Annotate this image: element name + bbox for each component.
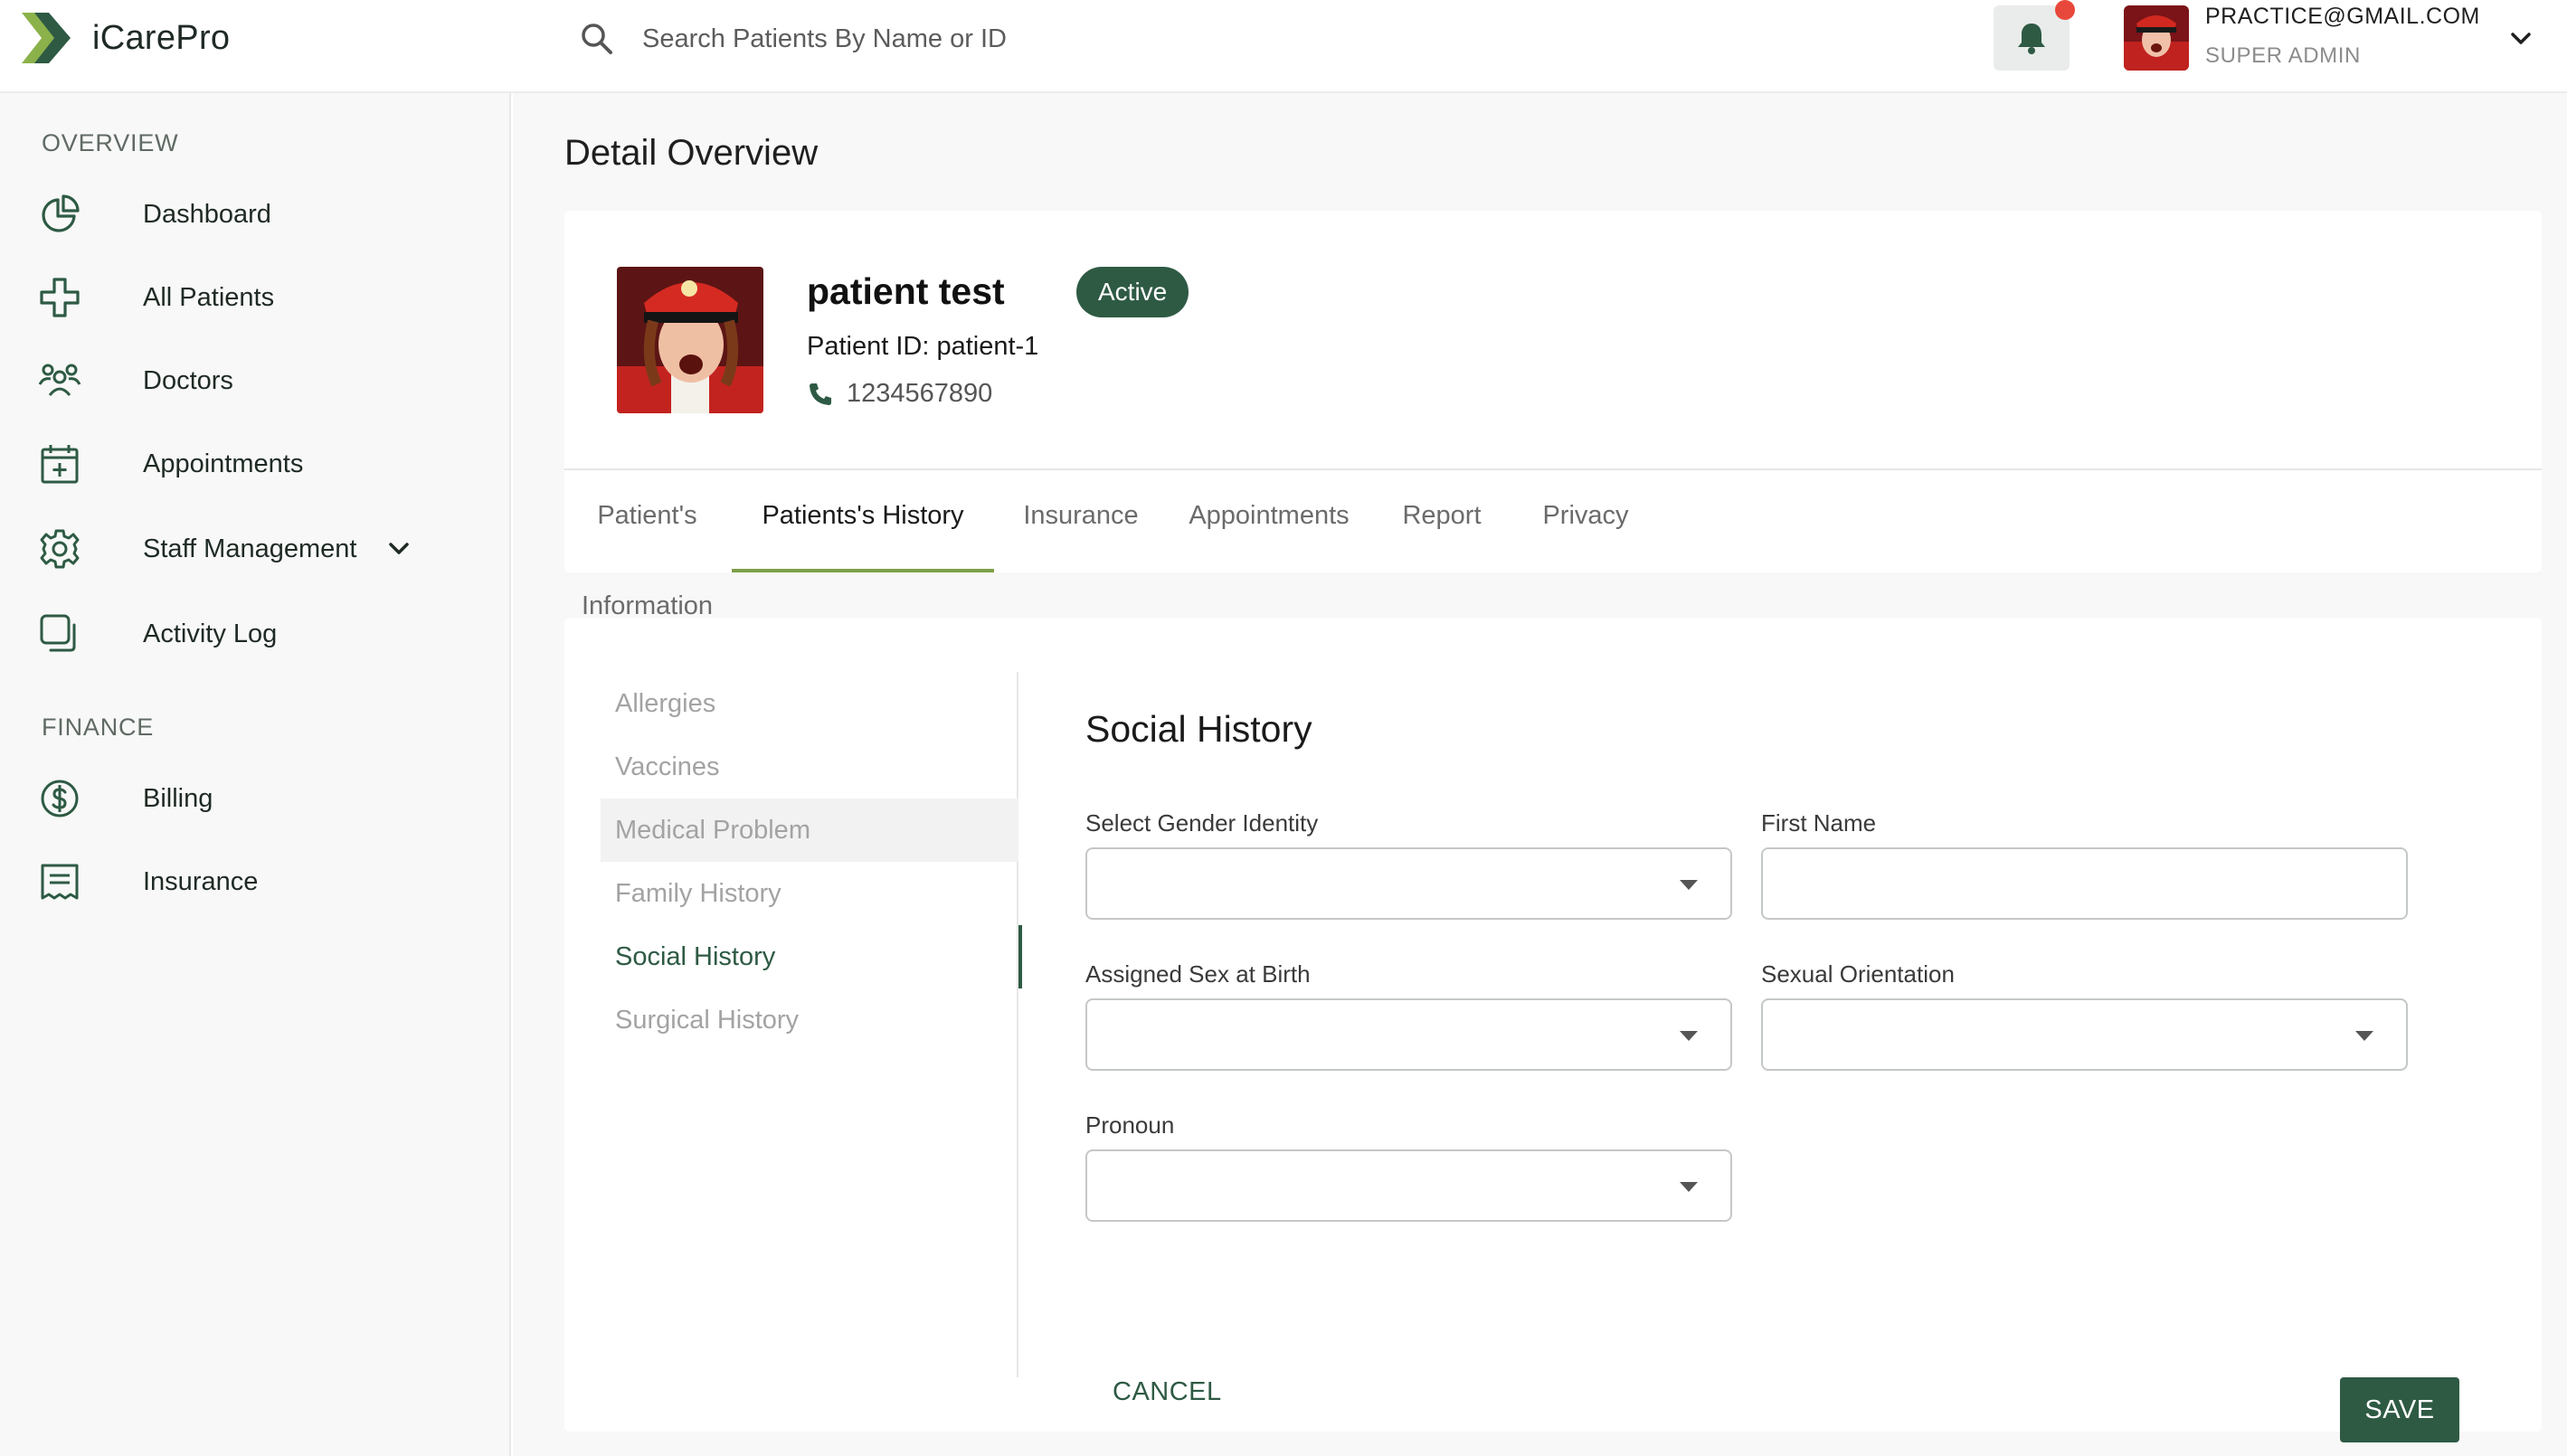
logo-chevron-icon [22, 13, 71, 63]
receipt-icon [41, 864, 79, 900]
patient-photo-image [617, 267, 763, 413]
history-nav-surgical-history[interactable]: Surgical History [601, 988, 1018, 1052]
chevron-down-icon[interactable] [2505, 24, 2536, 54]
chevron-down-icon[interactable] [384, 534, 414, 564]
history-nav-social-history[interactable]: Social History [601, 925, 1022, 988]
users-group-icon [38, 364, 81, 396]
history-nav-family-history[interactable]: Family History [601, 862, 1018, 925]
dropdown-caret-icon [2355, 1031, 2373, 1041]
dropdown-caret-icon [1680, 1182, 1698, 1192]
bell-icon [2018, 24, 2045, 54]
tab-appointments[interactable]: Appointments [1168, 470, 1370, 572]
gender-identity-select[interactable] [1085, 847, 1732, 920]
section-label-overview: OVERVIEW [42, 129, 179, 156]
form-title: Social History [1085, 708, 1312, 750]
patient-card: patient test Active Patient ID: patient-… [564, 211, 2542, 620]
user-email: PRACTICE@GMAIL.COM [2205, 4, 2480, 29]
pronoun-select[interactable] [1085, 1149, 1732, 1222]
dropdown-caret-icon [1680, 1031, 1698, 1041]
sidebar-item-doctors[interactable]: Doctors [0, 345, 509, 417]
pronoun-label: Pronoun [1085, 1111, 1175, 1139]
sidebar-item-billing[interactable]: Billing [0, 762, 509, 835]
user-avatar[interactable] [2124, 5, 2189, 71]
patient-phone: 1234567890 [807, 379, 992, 409]
first-name-label: First Name [1761, 809, 1877, 837]
section-label-finance: FINANCE [42, 714, 155, 741]
patient-search [579, 18, 1393, 60]
medical-cross-icon [40, 278, 80, 317]
history-card: Allergies Vaccines Medical Problem Famil… [564, 618, 2542, 1442]
sex-at-birth-label: Assigned Sex at Birth [1085, 960, 1311, 988]
user-role: SUPER ADMIN [2205, 43, 2361, 68]
patient-phone-number: 1234567890 [847, 379, 993, 408]
cancel-button[interactable]: CANCEL [1085, 1365, 1249, 1419]
first-name-field[interactable] [1761, 847, 2408, 920]
sexual-orientation-select[interactable] [1761, 998, 2408, 1071]
save-button[interactable]: SAVE [2340, 1377, 2459, 1442]
main-content: Detail Overview patient test Active Pati… [513, 93, 2567, 1456]
pie-chart-icon [42, 194, 80, 232]
sexual-orientation-label: Sexual Orientation [1761, 960, 1955, 988]
calendar-plus-icon [41, 445, 79, 484]
tab-patients-information[interactable]: Patient's Information [564, 470, 730, 620]
app-logo[interactable]: iCarePro [18, 7, 230, 69]
sidebar-item-label: Doctors [143, 365, 233, 395]
top-header: iCarePro PRACTICE@GMAIL.COM SUPER ADMIN [0, 0, 2567, 93]
gear-icon [40, 529, 80, 569]
tab-insurance[interactable]: Insurance [994, 470, 1168, 572]
copy-icon [40, 614, 76, 652]
sidebar-item-label: Appointments [143, 449, 304, 478]
sidebar-item-label: Insurance [143, 866, 259, 896]
first-name-input[interactable] [1763, 849, 2406, 918]
history-nav-medical-problem[interactable]: Medical Problem [601, 799, 1018, 862]
app-name: iCarePro [92, 18, 231, 57]
sidebar-item-label: Staff Management [143, 534, 357, 563]
patient-tabs: Patient's Information Patients's History… [564, 470, 2542, 620]
patient-photo [617, 267, 763, 413]
page-title: Detail Overview [564, 133, 819, 173]
search-icon [582, 24, 612, 54]
sex-at-birth-select[interactable] [1085, 998, 1732, 1071]
history-nav-vaccines[interactable]: Vaccines [601, 735, 1018, 799]
history-sub-nav: Allergies Vaccines Medical Problem Famil… [601, 672, 1022, 1377]
avatar-image [2124, 5, 2189, 71]
sidebar-item-activity-log[interactable]: Activity Log [0, 598, 509, 670]
dollar-circle-icon [41, 780, 79, 818]
status-badge: Active [1076, 267, 1189, 317]
phone-icon [810, 383, 831, 405]
sidebar-item-insurance[interactable]: Insurance [0, 846, 509, 918]
sidebar-item-label: Activity Log [143, 619, 278, 648]
sidebar-item-appointments[interactable]: Appointments [0, 428, 509, 500]
sidebar-item-staff-management[interactable]: Staff Management [0, 513, 509, 585]
sidebar-item-dashboard[interactable]: Dashboard [0, 178, 509, 251]
sidebar-item-label: Billing [143, 783, 213, 813]
tab-report[interactable]: Report [1370, 470, 1513, 572]
dropdown-caret-icon [1680, 880, 1698, 890]
sidebar-item-all-patients[interactable]: All Patients [0, 261, 509, 334]
search-input[interactable] [642, 24, 1366, 54]
sidebar-item-label: Dashboard [143, 199, 271, 229]
tab-privacy[interactable]: Privacy [1513, 470, 1658, 572]
patient-id: Patient ID: patient-1 [807, 332, 1039, 361]
sidebar: OVERVIEW Dashboard All Patients Doctors [0, 93, 511, 1456]
notification-badge [2055, 0, 2075, 20]
patient-name: patient test [807, 270, 1005, 312]
gender-identity-label: Select Gender Identity [1085, 809, 1319, 837]
tab-patients-history[interactable]: Patients's History [732, 470, 994, 572]
sidebar-item-label: All Patients [143, 282, 275, 312]
history-nav-allergies[interactable]: Allergies [601, 672, 1018, 735]
